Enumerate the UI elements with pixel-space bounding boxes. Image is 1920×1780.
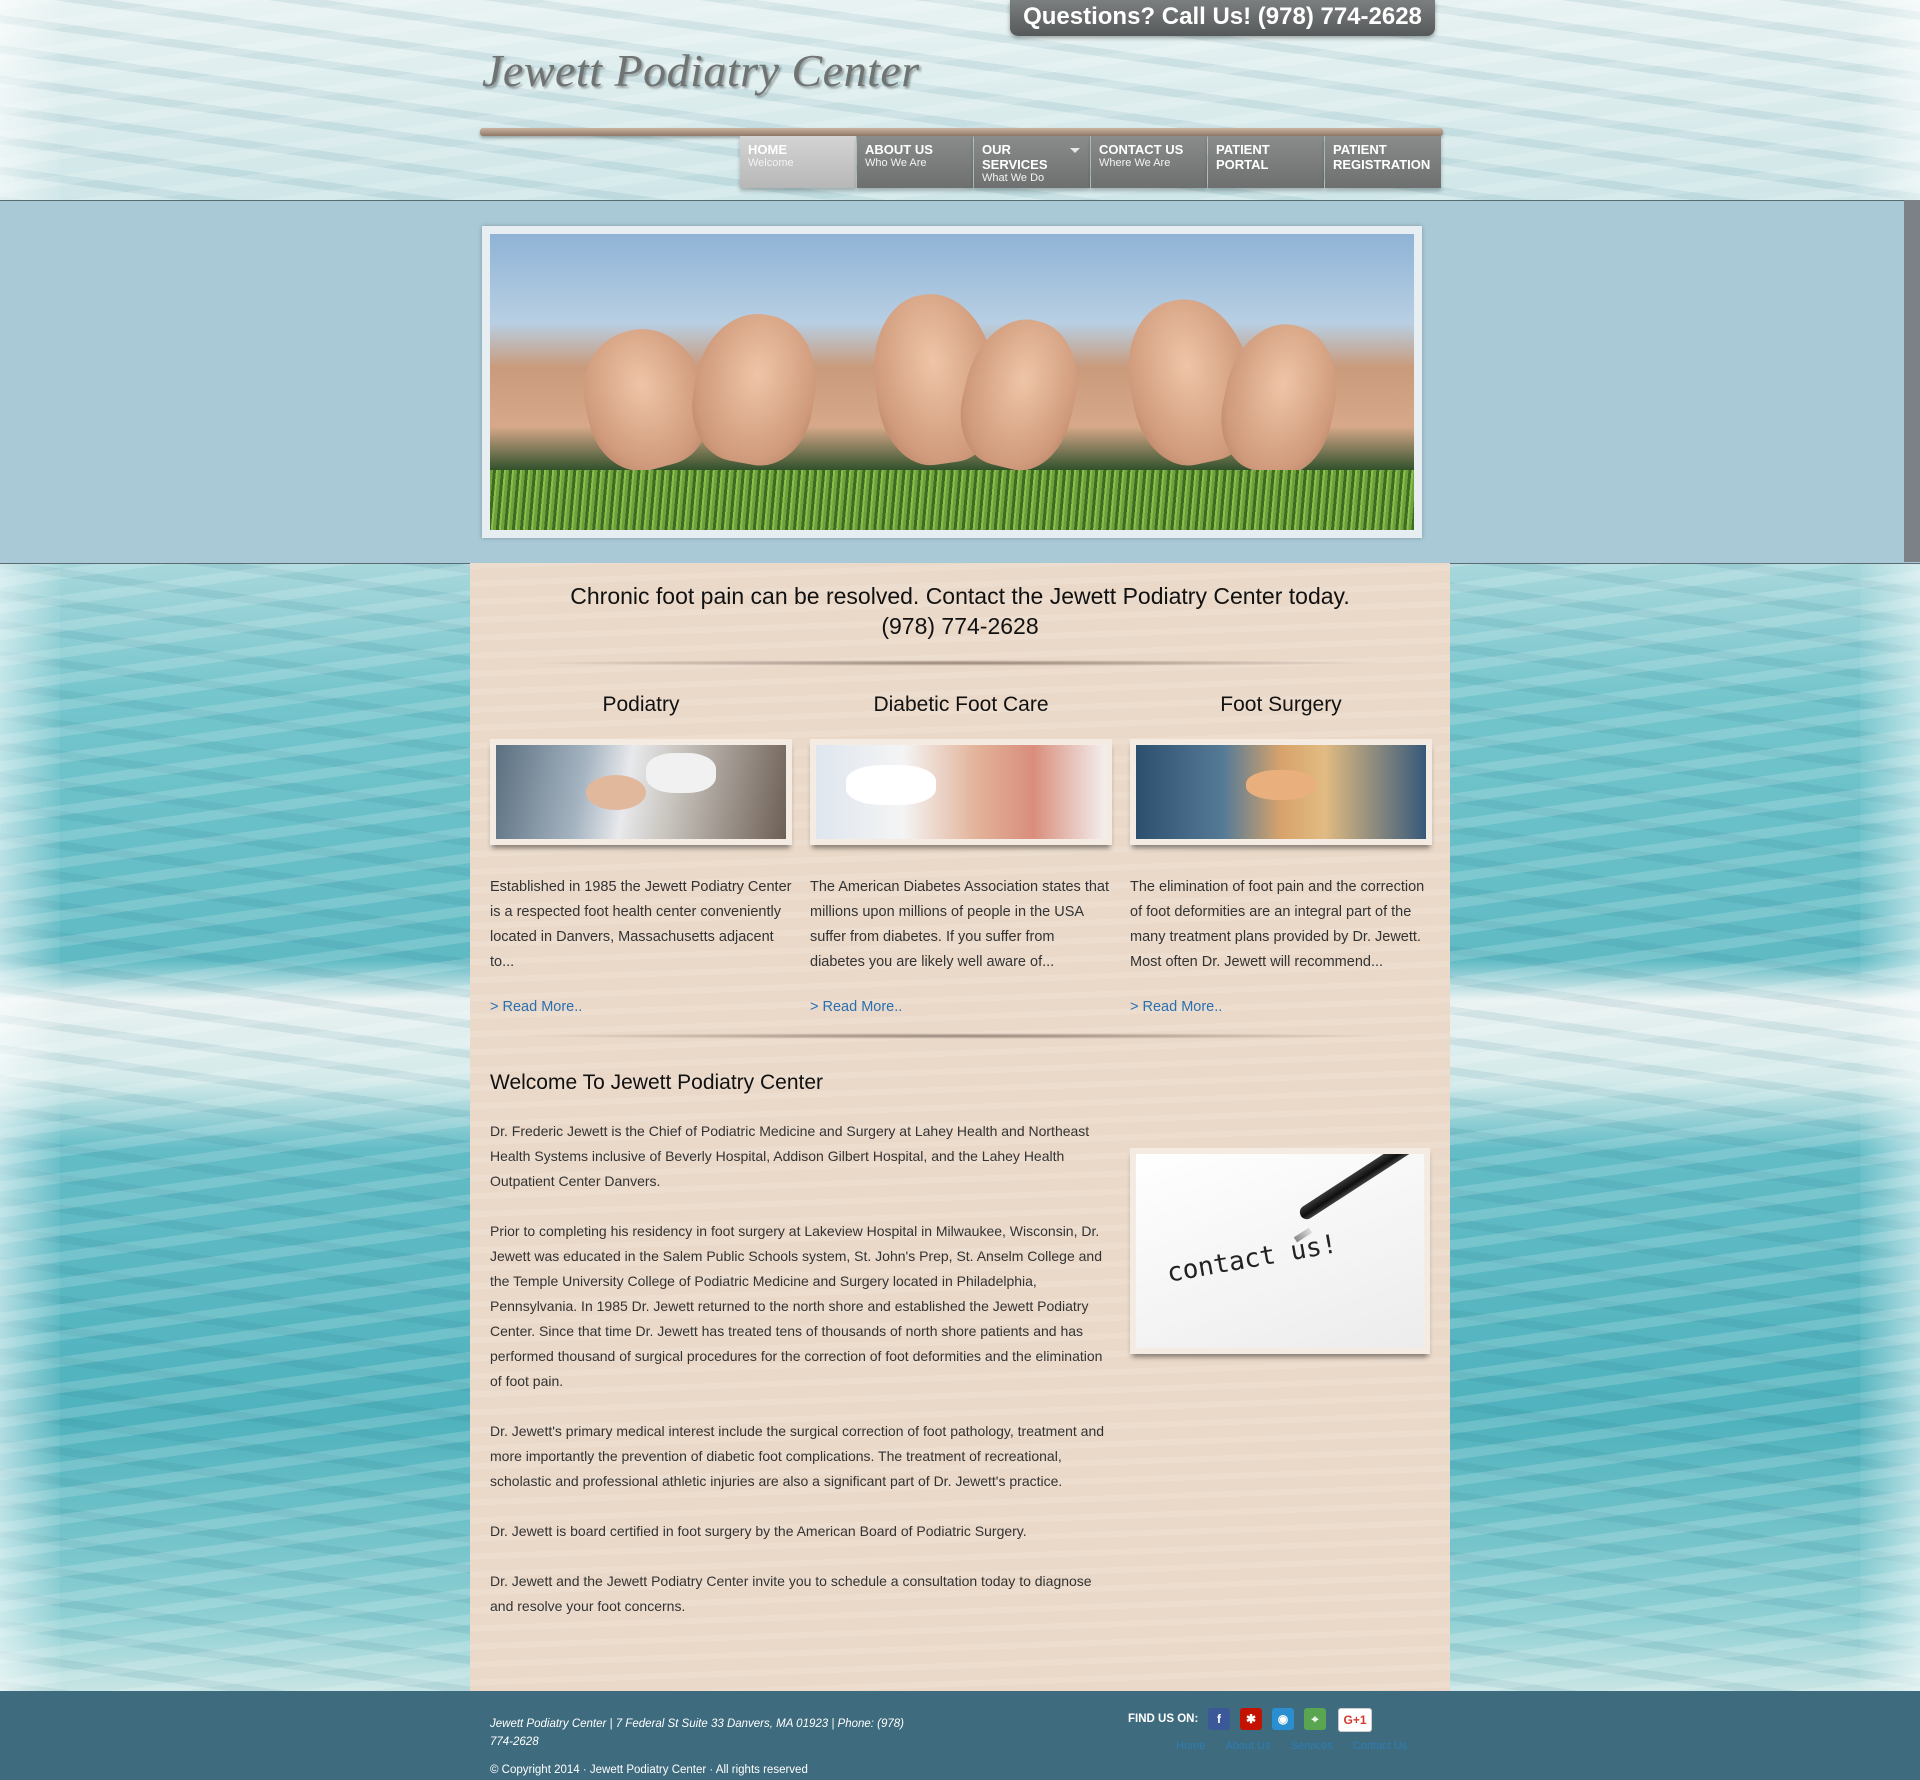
service-description: Established in 1985 the Jewett Podiatry … bbox=[490, 879, 792, 970]
site-header: Questions? Call Us! (978) 774-2628 Jewet… bbox=[0, 0, 1920, 200]
yelp-icon[interactable]: ✱ bbox=[1240, 1708, 1262, 1730]
nav-title: HOME bbox=[748, 142, 787, 157]
welcome-paragraph: Prior to completing his residency in foo… bbox=[490, 1223, 1103, 1389]
contact-us-handwriting: contact us! bbox=[1164, 1229, 1340, 1289]
pen-icon bbox=[1297, 1154, 1424, 1222]
service-title: Podiatry bbox=[602, 693, 680, 716]
welcome-body: Dr. Frederic Jewett is the Chief of Podi… bbox=[490, 1119, 1110, 1644]
facebook-icon[interactable]: f bbox=[1208, 1708, 1230, 1730]
welcome-heading: Welcome To Jewett Podiatry Center bbox=[490, 1071, 824, 1094]
nav-subtitle: Where We Are bbox=[1099, 157, 1171, 169]
nav-subtitle: What We Do bbox=[982, 172, 1045, 184]
nav-item-contact-us[interactable]: CONTACT US Where We Are bbox=[1091, 136, 1207, 188]
grass bbox=[490, 470, 1414, 530]
read-more-link[interactable]: > Read More.. bbox=[810, 999, 1112, 1015]
nav-item-patient-registration[interactable]: PATIENT REGISTRATION bbox=[1325, 136, 1441, 188]
footer-address: Jewett Podiatry Center | 7 Federal St Su… bbox=[490, 1718, 905, 1748]
service-card-diabetic-foot-care: Diabetic Foot Care The American Diabetes… bbox=[810, 693, 1112, 1015]
nav-title: CONTACT US bbox=[1099, 142, 1184, 157]
nav-item-home[interactable]: HOME Welcome bbox=[740, 136, 856, 188]
service-image-frame[interactable] bbox=[490, 739, 792, 845]
google-plus-icon[interactable]: G+1 bbox=[1338, 1708, 1372, 1732]
nav-item-our-services[interactable]: OUR SERVICES What We Do bbox=[974, 136, 1090, 188]
find-us-label: FIND US ON: bbox=[1128, 1713, 1199, 1725]
nav-item-patient-portal[interactable]: PATIENT PORTAL bbox=[1208, 136, 1324, 188]
welcome-paragraph: Dr. Frederic Jewett is the Chief of Podi… bbox=[490, 1123, 1090, 1189]
read-more-link[interactable]: > Read More.. bbox=[490, 999, 792, 1015]
band-edge-bar bbox=[1904, 200, 1920, 562]
foot-shape bbox=[586, 775, 646, 810]
read-more-link[interactable]: > Read More.. bbox=[1130, 999, 1432, 1015]
maps-icon[interactable]: ⌖ bbox=[1304, 1708, 1326, 1730]
nav-title: OUR SERVICES bbox=[982, 142, 1048, 172]
welcome-paragraph: Dr. Jewett and the Jewett Podiatry Cente… bbox=[490, 1573, 1092, 1614]
feet-on-grass-photo bbox=[490, 234, 1414, 530]
service-title: Foot Surgery bbox=[1220, 693, 1342, 716]
footer-links: Home About Us Services Contact Us bbox=[1176, 1740, 1407, 1752]
content-panel: Chronic foot pain can be resolved. Conta… bbox=[470, 563, 1450, 1691]
service-description: The elimination of foot pain and the cor… bbox=[1130, 879, 1425, 970]
site-logo[interactable]: Jewett Podiatry Center bbox=[482, 44, 920, 97]
glove-shape bbox=[846, 765, 936, 805]
main-nav: HOME Welcome ABOUT US Who We Are OUR SER… bbox=[740, 136, 1442, 188]
podiatry-photo bbox=[496, 745, 786, 839]
nav-title: ABOUT US bbox=[865, 142, 933, 157]
service-title: Diabetic Foot Care bbox=[873, 693, 1049, 716]
nav-subtitle: Welcome bbox=[748, 157, 794, 169]
footer-link-about-us[interactable]: About Us bbox=[1225, 1740, 1270, 1752]
footer-copyright: © Copyright 2014 · Jewett Podiatry Cente… bbox=[490, 1764, 808, 1776]
service-description: The American Diabetes Association states… bbox=[810, 879, 1110, 970]
divider bbox=[520, 660, 1400, 666]
nav-item-about-us[interactable]: ABOUT US Who We Are bbox=[857, 136, 973, 188]
contact-us-image-link[interactable]: contact us! bbox=[1130, 1148, 1430, 1354]
tagline-phone[interactable]: (978) 774-2628 bbox=[470, 613, 1450, 640]
service-card-foot-surgery: Foot Surgery The elimination of foot pai… bbox=[1130, 693, 1432, 1015]
review-icon[interactable]: ◉ bbox=[1272, 1708, 1294, 1730]
divider bbox=[520, 1033, 1400, 1039]
nav-title: PATIENT REGISTRATION bbox=[1333, 142, 1431, 172]
hero-banner bbox=[482, 226, 1422, 538]
service-image-frame[interactable] bbox=[810, 739, 1112, 845]
nav-top-rule bbox=[480, 128, 1443, 136]
service-card-podiatry: Podiatry Established in 1985 the Jewett … bbox=[490, 693, 792, 1015]
contact-us-photo: contact us! bbox=[1136, 1154, 1424, 1348]
foot-surgery-photo bbox=[1136, 745, 1426, 839]
diabetic-care-photo bbox=[816, 745, 1106, 839]
nav-subtitle: Who We Are bbox=[865, 157, 927, 169]
welcome-paragraph: Dr. Jewett's primary medical interest in… bbox=[490, 1423, 1105, 1489]
welcome-paragraph: Dr. Jewett is board certified in foot su… bbox=[490, 1523, 1027, 1539]
call-us-tab[interactable]: Questions? Call Us! (978) 774-2628 bbox=[1010, 0, 1435, 36]
service-image-frame[interactable] bbox=[1130, 739, 1432, 845]
foot-shape bbox=[682, 304, 828, 474]
tagline: Chronic foot pain can be resolved. Conta… bbox=[570, 583, 1350, 609]
foot-shape bbox=[1246, 770, 1316, 800]
site-footer: Jewett Podiatry Center | 7 Federal St Su… bbox=[0, 1691, 1920, 1780]
footer-link-home[interactable]: Home bbox=[1176, 1740, 1205, 1752]
glove-shape bbox=[646, 753, 716, 793]
dropdown-arrow-icon bbox=[1070, 148, 1080, 153]
footer-link-services[interactable]: Services bbox=[1291, 1740, 1333, 1752]
footer-link-contact-us[interactable]: Contact Us bbox=[1353, 1740, 1407, 1752]
nav-title: PATIENT PORTAL bbox=[1216, 142, 1270, 172]
